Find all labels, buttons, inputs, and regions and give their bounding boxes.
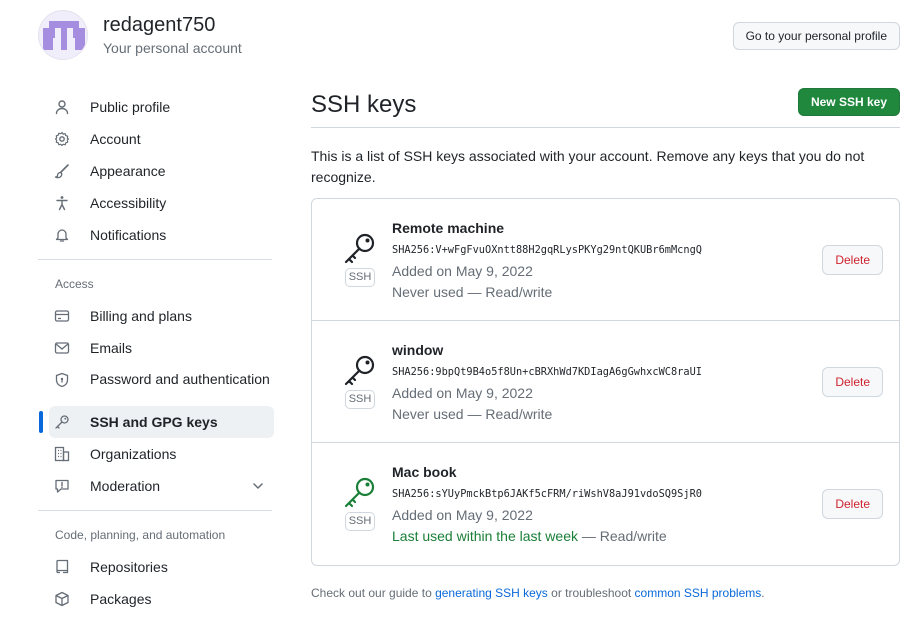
gear-icon	[54, 131, 70, 147]
sidebar-item-appearance[interactable]: Appearance	[49, 155, 274, 187]
key-fingerprint: SHA256:V+wFgFvuOXntt88H2gqRLysPKYg29ntQK…	[392, 244, 702, 256]
key-icon	[55, 415, 69, 429]
chevron-down-icon[interactable]	[251, 479, 265, 493]
sidebar-item-label: SSH and GPG keys	[90, 414, 218, 430]
key-last-used: Last used within the last week	[392, 528, 578, 544]
report-icon	[55, 479, 69, 493]
common-ssh-problems-link[interactable]: common SSH problems	[635, 586, 762, 600]
help-footer: Check out our guide to generating SSH ke…	[311, 586, 900, 600]
identicon-icon	[43, 21, 85, 50]
ssh-badge: SSH	[345, 390, 375, 409]
sidebar-item-packages[interactable]: Packages	[49, 583, 274, 615]
key-fingerprint: SHA256:9bpQt9B4o5f8Un+cBRXhWd7KDIagA6gGw…	[392, 366, 702, 378]
page-title: SSH keys	[311, 91, 417, 118]
footer-text: Check out our guide to	[311, 586, 436, 600]
key-usage: Never used — Read/write	[392, 406, 552, 422]
sidebar-item-repositories[interactable]: Repositories	[49, 551, 274, 583]
delete-key-button[interactable]: Delete	[822, 489, 883, 519]
shield-lock-icon	[55, 372, 69, 388]
footer-text: or troubleshoot	[547, 586, 635, 600]
key-usage: Never used — Read/write	[392, 284, 552, 300]
sidebar-item-accessibility[interactable]: Accessibility	[49, 187, 274, 219]
sidebar-item-billing[interactable]: Billing and plans	[49, 300, 274, 332]
sidebar-item-label: Account	[90, 131, 141, 147]
page-header: SSH keys New SSH key	[311, 86, 900, 128]
key-fingerprint: SHA256:sYUyPmckBtp6JAKf5cFRM/riWshV8aJ91…	[392, 488, 702, 500]
go-to-profile-button[interactable]: Go to your personal profile	[732, 22, 900, 50]
ssh-key-row: SSH Mac book SHA256:sYUyPmckBtp6JAKf5cFR…	[312, 443, 899, 565]
sidebar-item-label: Organizations	[90, 446, 177, 462]
page-description: This is a list of SSH keys associated wi…	[311, 148, 865, 185]
key-access: — Read/write	[463, 284, 553, 300]
key-access: — Read/write	[463, 406, 553, 422]
sidebar-item-label: Packages	[90, 591, 152, 607]
ssh-badge: SSH	[345, 512, 375, 531]
key-usage: Last used within the last week — Read/wr…	[392, 528, 667, 544]
key-added-date: Added on May 9, 2022	[392, 507, 533, 523]
key-icon	[344, 477, 375, 508]
accessibility-icon	[56, 196, 68, 211]
sidebar-item-label: Repositories	[90, 559, 168, 575]
sidebar-item-label: Moderation	[90, 478, 161, 494]
key-title: Mac book	[392, 464, 457, 480]
mail-icon	[54, 342, 70, 354]
sidebar-divider	[38, 259, 272, 260]
sidebar-item-password-auth[interactable]: Password and authentication	[49, 364, 274, 406]
sidebar-item-label: Public profile	[90, 99, 171, 115]
key-access: — Read/write	[578, 528, 667, 544]
repo-icon	[56, 559, 69, 574]
account-header: redagent750 Your personal account Go to …	[38, 10, 900, 62]
sidebar-item-notifications[interactable]: Notifications	[49, 219, 274, 251]
ssh-badge: SSH	[345, 268, 375, 287]
package-icon	[55, 591, 69, 607]
key-added-date: Added on May 9, 2022	[392, 385, 533, 401]
sidebar-item-organizations[interactable]: Organizations	[49, 438, 274, 470]
sidebar-item-public-profile[interactable]: Public profile	[49, 91, 274, 123]
delete-key-button[interactable]: Delete	[822, 367, 883, 397]
sidebar-item-label: Password and authentication	[90, 371, 270, 387]
ssh-key-list: SSH Remote machine SHA256:V+wFgFvuOXntt8…	[311, 198, 900, 566]
avatar[interactable]	[38, 10, 88, 60]
key-added-date: Added on May 9, 2022	[392, 263, 533, 279]
credit-card-icon	[54, 310, 70, 322]
sidebar-item-label: Appearance	[90, 163, 166, 179]
sidebar-item-label: Emails	[90, 340, 133, 356]
ssh-keys-panel: SSH keys New SSH key This is a list of S…	[311, 86, 900, 600]
sidebar-item-label: Notifications	[90, 227, 167, 243]
key-icon	[344, 233, 375, 264]
key-last-used: Never used	[392, 284, 464, 300]
ssh-key-row: SSH window SHA256:9bpQt9B4o5f8Un+cBRXhWd…	[312, 321, 899, 443]
account-subtitle: Your personal account	[103, 40, 242, 56]
sidebar-item-label: Billing and plans	[90, 308, 192, 324]
delete-key-button[interactable]: Delete	[822, 245, 883, 275]
settings-sidebar: Public profile Account Appearance Access…	[38, 91, 274, 615]
new-ssh-key-button[interactable]: New SSH key	[797, 88, 900, 116]
sidebar-group-access: Access	[55, 277, 94, 291]
ssh-key-row: SSH Remote machine SHA256:V+wFgFvuOXntt8…	[312, 199, 899, 321]
generating-ssh-keys-link[interactable]: generating SSH keys	[435, 586, 548, 600]
key-title: Remote machine	[392, 220, 505, 236]
sidebar-item-emails[interactable]: Emails	[49, 332, 274, 364]
bell-icon	[55, 229, 69, 242]
active-indicator	[39, 411, 43, 433]
person-icon	[55, 100, 69, 115]
sidebar-item-ssh-gpg-keys[interactable]: SSH and GPG keys	[39, 406, 274, 438]
sidebar-divider	[38, 510, 272, 511]
sidebar-item-label: Accessibility	[90, 195, 167, 211]
sidebar-item-account[interactable]: Account	[49, 123, 274, 155]
organization-icon	[54, 446, 70, 462]
key-title: window	[392, 342, 444, 358]
footer-text: .	[761, 586, 765, 600]
sidebar-group-code: Code, planning, and automation	[55, 528, 226, 542]
paintbrush-icon	[54, 164, 69, 179]
key-icon	[344, 355, 375, 386]
account-username: redagent750	[103, 14, 216, 36]
sidebar-item-moderation[interactable]: Moderation	[49, 470, 274, 502]
key-last-used: Never used	[392, 406, 464, 422]
